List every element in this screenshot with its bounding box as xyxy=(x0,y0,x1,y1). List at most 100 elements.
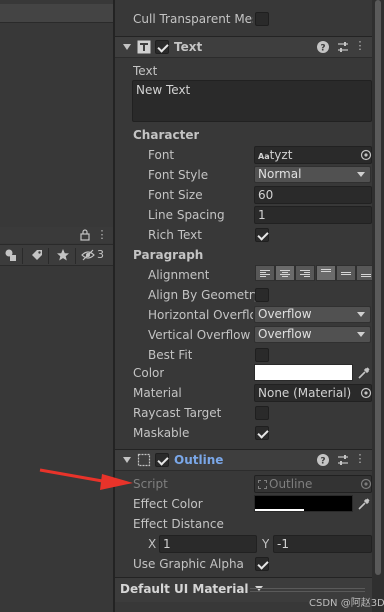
shapes-icon[interactable] xyxy=(4,248,18,262)
help-icon[interactable]: ? xyxy=(316,453,330,467)
material-label: Material xyxy=(133,386,182,400)
outline-component-header[interactable] xyxy=(115,449,372,471)
best-fit-checkbox[interactable] xyxy=(255,348,269,362)
character-section-header: Character xyxy=(133,128,200,142)
align-by-geometry-checkbox[interactable] xyxy=(255,288,269,302)
font-object-field[interactable]: Aatyzt xyxy=(254,146,372,164)
color-swatch[interactable] xyxy=(254,364,353,381)
vertical-overflow-label: Vertical Overflow xyxy=(148,328,251,342)
cull-transparent-mesh-label: Cull Transparent Mes xyxy=(133,12,253,26)
drag-handle-line[interactable] xyxy=(250,591,365,592)
outline-enabled-checkbox[interactable] xyxy=(155,453,169,467)
vertical-overflow-dropdown[interactable]: Overflow xyxy=(254,326,371,343)
color-label: Color xyxy=(133,366,165,380)
help-icon[interactable]: ? xyxy=(316,40,330,54)
align-left-button[interactable] xyxy=(255,265,275,281)
line-spacing-input[interactable]: 1 xyxy=(254,206,372,224)
font-style-value: Normal xyxy=(258,167,302,181)
alignment-label: Alignment xyxy=(148,268,210,282)
foldout-arrow-icon[interactable] xyxy=(120,453,134,467)
dropdown-arrow-icon xyxy=(357,172,365,177)
text-enabled-checkbox[interactable] xyxy=(155,40,169,54)
effect-distance-y-input[interactable]: -1 xyxy=(273,535,372,553)
svg-text:?: ? xyxy=(320,457,325,467)
effect-distance-x-input[interactable]: 1 xyxy=(159,535,257,553)
watermark: CSDN @阿赵3D xyxy=(309,598,384,609)
use-graphic-alpha-label: Use Graphic Alpha xyxy=(133,557,244,571)
font-size-label: Font Size xyxy=(148,188,203,202)
presets-icon[interactable] xyxy=(336,453,350,467)
font-style-dropdown[interactable]: Normal xyxy=(254,166,371,183)
raycast-target-label: Raycast Target xyxy=(133,406,222,420)
annotation-arrow xyxy=(39,468,133,490)
text-textarea[interactable]: New Text xyxy=(132,80,372,122)
text-component-header[interactable] xyxy=(115,36,372,58)
tag-icon[interactable] xyxy=(30,248,44,262)
cull-transparent-mesh-checkbox[interactable] xyxy=(255,12,269,26)
component-menu-icon[interactable]: ⋮ xyxy=(354,40,366,52)
effect-color-swatch[interactable] xyxy=(254,495,353,512)
presets-icon[interactable] xyxy=(336,40,350,54)
hidden-eye-icon[interactable] xyxy=(81,248,95,262)
drag-handle-line[interactable] xyxy=(250,588,365,589)
font-style-label: Font Style xyxy=(148,168,209,182)
dropdown-arrow-icon xyxy=(357,312,365,317)
lock-icon[interactable] xyxy=(79,229,91,241)
star-icon[interactable] xyxy=(56,248,70,262)
vertical-alignment-group xyxy=(316,265,376,281)
maskable-checkbox[interactable] xyxy=(255,426,269,440)
font-value: tyzt xyxy=(269,148,293,162)
font-asset-icon: Aa xyxy=(258,152,270,161)
hierarchy-selected-row[interactable] xyxy=(0,4,113,22)
eyedropper-icon[interactable] xyxy=(356,496,372,512)
eyedropper-icon[interactable] xyxy=(356,365,372,381)
script-component-icon xyxy=(137,453,151,467)
maskable-label: Maskable xyxy=(133,426,190,440)
rich-text-checkbox[interactable] xyxy=(255,228,269,242)
material-preview-dropdown[interactable]: Default UI Material xyxy=(120,582,263,596)
text-component-title: Text xyxy=(174,40,203,54)
foldout-arrow-icon[interactable] xyxy=(120,40,134,54)
script-object-field: Outline xyxy=(254,475,372,493)
align-middle-button[interactable] xyxy=(336,265,356,281)
vertical-overflow-value: Overflow xyxy=(258,327,312,341)
horizontal-overflow-label: Horizontal Overflo xyxy=(148,308,253,322)
font-size-input[interactable]: 60 xyxy=(254,186,372,204)
toolbar-separator xyxy=(48,248,49,264)
paragraph-section-header: Paragraph xyxy=(133,248,204,262)
align-center-button[interactable] xyxy=(275,265,295,281)
dropdown-arrow-icon xyxy=(357,332,365,337)
align-by-geometry-label: Align By Geometry xyxy=(148,288,261,302)
alpha-bar xyxy=(255,509,304,511)
x-label: X xyxy=(148,537,157,551)
more-options-icon[interactable]: ⋮ xyxy=(96,229,108,241)
component-menu-icon[interactable]: ⋮ xyxy=(354,453,366,465)
rich-text-label: Rich Text xyxy=(148,228,202,242)
y-label: Y xyxy=(262,537,270,551)
best-fit-label: Best Fit xyxy=(148,348,193,362)
material-object-field[interactable]: None (Material) xyxy=(254,384,372,402)
text-field-label: Text xyxy=(133,64,158,78)
horizontal-overflow-value: Overflow xyxy=(258,307,312,321)
script-value: Outline xyxy=(269,477,313,491)
toolbar-separator xyxy=(22,248,23,264)
align-right-button[interactable] xyxy=(295,265,315,281)
use-graphic-alpha-checkbox[interactable] xyxy=(255,557,269,571)
effect-color-label: Effect Color xyxy=(133,497,203,511)
effect-distance-label: Effect Distance xyxy=(133,517,224,531)
svg-text:?: ? xyxy=(320,44,325,54)
text-component-icon xyxy=(137,40,151,54)
toolbar-separator xyxy=(75,248,76,264)
script-asset-icon xyxy=(258,480,267,489)
horizontal-overflow-dropdown[interactable]: Overflow xyxy=(254,306,371,323)
outline-component-title: Outline xyxy=(174,453,224,467)
line-spacing-label: Line Spacing xyxy=(148,208,225,222)
align-top-button[interactable] xyxy=(316,265,336,281)
divider xyxy=(0,22,113,23)
raycast-target-checkbox[interactable] xyxy=(255,406,269,420)
horizontal-alignment-group xyxy=(255,265,315,281)
hidden-count: 3 xyxy=(97,248,104,261)
scrollbar-thumb[interactable] xyxy=(375,0,381,575)
material-preview-title: Default UI Material xyxy=(120,582,249,596)
script-label: Script xyxy=(133,477,168,491)
